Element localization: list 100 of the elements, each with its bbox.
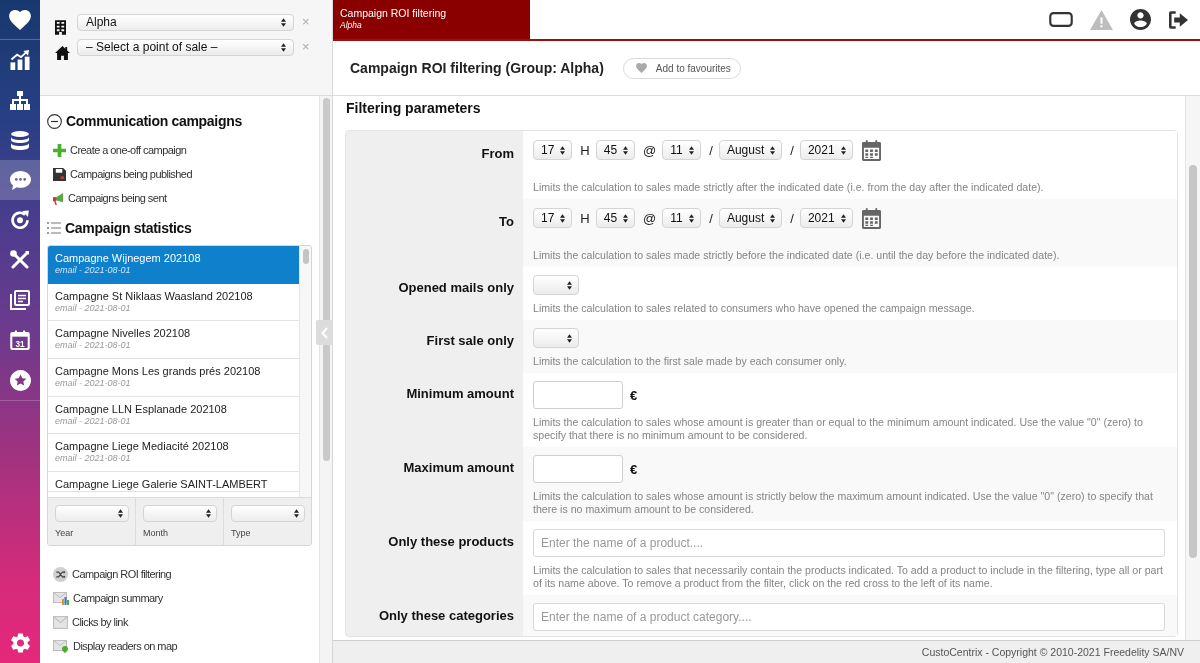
sidebar-link[interactable]: Create a one-off campaign: [47, 138, 312, 162]
sidebar-link[interactable]: Clicks by link: [47, 610, 312, 634]
dropdown[interactable]: August: [718, 208, 783, 228]
sidebar-link[interactable]: Campaign ROI filtering: [47, 562, 312, 586]
currency-symbol: €: [630, 387, 638, 403]
updown-arrows-icon: [623, 213, 629, 223]
dropdown[interactable]: – Select a point of sale –: [77, 38, 294, 56]
favourite-button[interactable]: Add to favourites: [622, 57, 741, 79]
sidebar-link[interactable]: Campaigns being published: [47, 162, 312, 186]
field-label: From: [481, 146, 514, 161]
dropdown[interactable]: 11: [662, 140, 702, 160]
separator-text: /: [708, 210, 714, 226]
updown-arrows-icon: [770, 213, 776, 223]
section-heading: Communication campaigns: [66, 113, 242, 129]
amount-input[interactable]: [533, 381, 623, 409]
field-label: First sale only: [426, 333, 514, 348]
updown-arrows-icon: [623, 145, 629, 155]
database-icon: [11, 130, 29, 150]
dropdown[interactable]: [533, 275, 579, 295]
dropdown[interactable]: 11: [662, 208, 702, 228]
megaphone-icon: [53, 191, 64, 205]
page-title: Campaign ROI filtering (Group: Alpha): [350, 60, 604, 76]
dropdown[interactable]: [533, 328, 579, 348]
sidebar-link[interactable]: Campaigns being sent: [47, 186, 312, 210]
separator-text: @: [642, 210, 658, 226]
field-description: Limits the calculation to sales that necessarily contain the products indicated. To add a product to include in the filtering, type all or part of its name above. To remove a product from the filter, click on the red cross to the left of its name.: [533, 564, 1164, 590]
scrollbar-thumb[interactable]: [302, 249, 309, 264]
tools-icon: [10, 250, 30, 270]
field-description: Limits the calculation to sales related to consumers who have opened the campaign message.: [533, 302, 976, 315]
page-tab[interactable]: Campaign ROI filtering Alpha: [333, 0, 530, 39]
scrollbar-thumb[interactable]: [1189, 165, 1197, 558]
logout-icon[interactable]: [1168, 10, 1188, 29]
refresh-icon: [10, 210, 30, 230]
heart-icon: [9, 9, 31, 30]
updown-arrows-icon: [281, 17, 286, 27]
search-input[interactable]: Enter the name of a product category....: [533, 603, 1165, 631]
separator-text: /: [708, 142, 714, 158]
field-label: Only these products: [388, 534, 514, 549]
updown-arrows-icon: [294, 509, 299, 518]
envelope-pin-icon: [53, 639, 69, 653]
nav-item[interactable]: 31: [0, 320, 40, 360]
separator-text: H: [579, 142, 591, 158]
field-description: Limits the calculation to sales whose amount is greater than or equal to the minimum amount indicated. Use the value "0" (zero) to specify that there is no minimum amount to be considered.: [533, 416, 1144, 442]
envelope-chart-icon: [53, 591, 69, 605]
scrollbar-thumb[interactable]: [322, 98, 330, 461]
section-heading: Campaign statistics: [65, 220, 192, 236]
chevron-left-icon: [321, 326, 328, 339]
star-icon: [9, 369, 31, 391]
field-label: Only these categories: [378, 608, 514, 623]
updown-arrows-icon: [281, 42, 286, 52]
dropdown[interactable]: 45: [595, 208, 636, 228]
updown-arrows-icon: [689, 145, 695, 155]
list-icon: [47, 222, 61, 234]
updown-arrows-icon: [206, 509, 211, 518]
dropdown[interactable]: Alpha: [77, 13, 294, 31]
field-label: Opened mails only: [398, 280, 514, 295]
tablet-icon[interactable]: [1049, 12, 1073, 27]
currency-symbol: €: [630, 461, 638, 477]
filter-label: Year: [55, 528, 75, 538]
calendar-icon[interactable]: [861, 207, 881, 229]
sidebar-link[interactable]: Campaign summary: [47, 586, 312, 610]
field-description: Limits the calculation to sales made strictly before the indicated date (i.e. until the day before the indicated date).: [533, 249, 1061, 262]
updown-arrows-icon: [689, 213, 695, 223]
separator-text: /: [789, 210, 795, 226]
section-title: Filtering parameters: [346, 100, 482, 118]
filter-label: Type: [231, 528, 252, 538]
notes-icon: [10, 290, 30, 310]
dropdown[interactable]: August: [718, 140, 783, 160]
heart-icon: [635, 63, 647, 73]
dropdown[interactable]: 2021: [799, 208, 853, 228]
dropdown[interactable]: 45: [595, 140, 636, 160]
sidebar-link[interactable]: Display readers on map: [47, 634, 312, 658]
dropdown[interactable]: 2021: [799, 140, 853, 160]
updown-arrows-icon: [118, 509, 123, 518]
search-input[interactable]: Enter the name of a product....: [533, 529, 1165, 557]
calendar-icon[interactable]: [861, 139, 881, 161]
amount-input[interactable]: [533, 455, 623, 483]
dropdown[interactable]: 17: [533, 140, 573, 160]
calendar-icon: 31: [10, 330, 30, 350]
building-icon: [55, 20, 66, 35]
minus-circle-icon[interactable]: [47, 113, 62, 129]
updown-arrows-icon: [770, 145, 776, 155]
settings-icon: [10, 633, 30, 653]
nav-item[interactable]: [0, 160, 40, 200]
campaign-list-item[interactable]: Campagne Wijnegem 202108 email - 2021-08-01: [48, 246, 299, 284]
account-icon[interactable]: [1130, 9, 1151, 30]
separator-text: @: [642, 142, 658, 158]
filter-label: Month: [143, 528, 169, 538]
separator-text: H: [579, 210, 591, 226]
dropdown[interactable]: 17: [533, 208, 573, 228]
field-label: To: [499, 214, 514, 229]
envelope-icon: [53, 615, 68, 629]
field-description: Limits the calculation to sales whose amount is strictly below the maximum amount indicated. Use the value "0" (zero) to specify that there is no maximum amount to be considered.: [533, 490, 1154, 516]
updown-arrows-icon: [840, 213, 846, 223]
plus-icon: [53, 143, 66, 157]
updown-arrows-icon: [840, 145, 846, 155]
field-description: Limits the calculation to sales made strictly after the indicated date (i.e. from the day after the indicated date).: [533, 181, 1045, 194]
field-description: Limits the calculation to the first sale made by each consumer only.: [533, 355, 848, 368]
updown-arrows-icon: [567, 280, 572, 290]
updown-arrows-icon: [560, 145, 566, 155]
